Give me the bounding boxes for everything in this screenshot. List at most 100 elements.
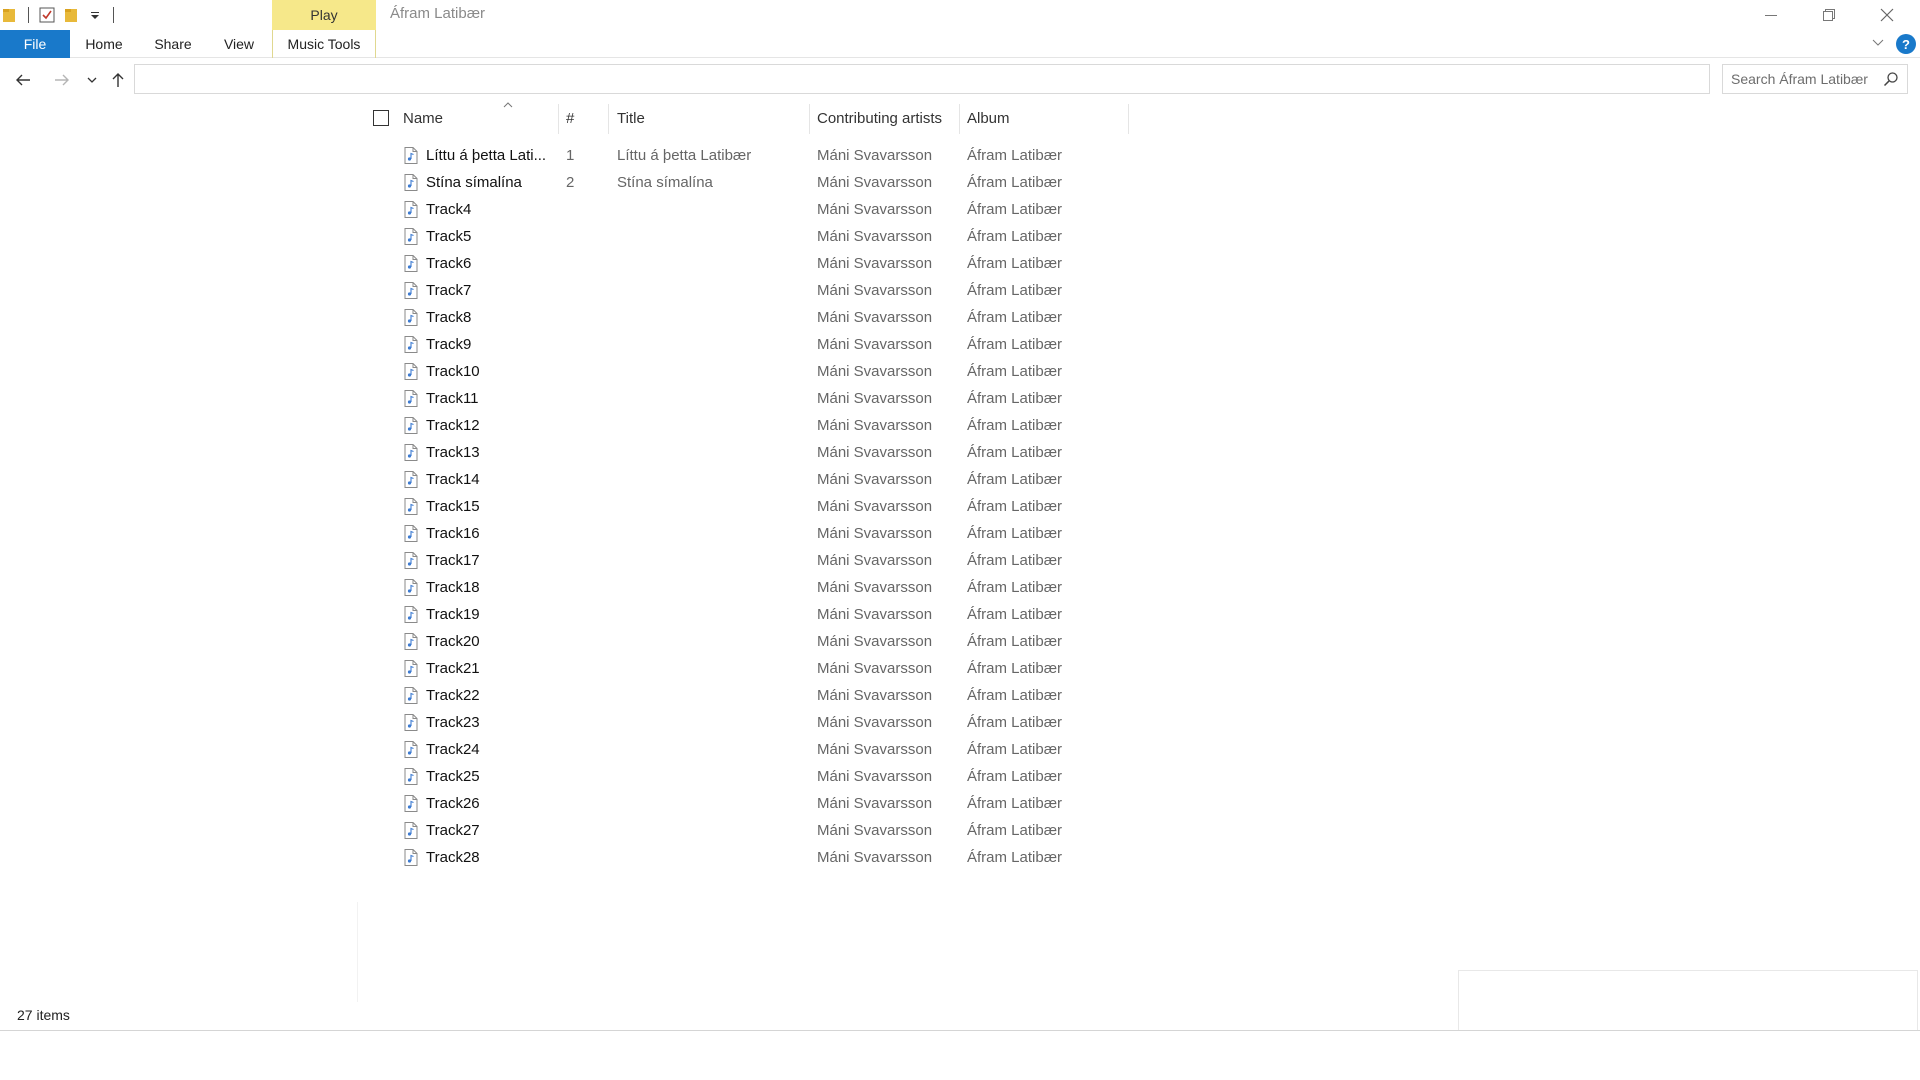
column-separator[interactable]: [558, 104, 559, 134]
select-all-checkbox[interactable]: [373, 110, 389, 126]
column-separator[interactable]: [959, 104, 960, 134]
album-name: Áfram Latibær: [967, 741, 1063, 758]
track-number: [566, 763, 596, 790]
file-name: Track23: [426, 714, 480, 731]
search-box[interactable]: [1722, 64, 1908, 94]
table-row[interactable]: Track12 Máni Svavarsson Áfram Latibær: [358, 412, 1138, 439]
tab-music-tools[interactable]: Music Tools: [272, 30, 376, 58]
table-row[interactable]: Track16 Máni Svavarsson Áfram Latibær: [358, 520, 1138, 547]
column-header-contributing-artists[interactable]: Contributing artists: [817, 102, 957, 134]
file-name: Track24: [426, 741, 480, 758]
contributing-artist: Máni Svavarsson: [817, 417, 933, 434]
play-context-tab[interactable]: Play: [272, 0, 376, 30]
music-file-icon: [404, 147, 418, 164]
file-name: Track15: [426, 498, 480, 515]
table-row[interactable]: Track7 Máni Svavarsson Áfram Latibær: [358, 277, 1138, 304]
album-name: Áfram Latibær: [967, 390, 1063, 407]
tab-view[interactable]: View: [214, 30, 264, 58]
table-row[interactable]: Track5 Máni Svavarsson Áfram Latibær: [358, 223, 1138, 250]
table-row[interactable]: Track17 Máni Svavarsson Áfram Latibær: [358, 547, 1138, 574]
contributing-artist: Máni Svavarsson: [817, 201, 933, 218]
table-row[interactable]: Track8 Máni Svavarsson Áfram Latibær: [358, 304, 1138, 331]
table-row[interactable]: Track13 Máni Svavarsson Áfram Latibær: [358, 439, 1138, 466]
track-title: [617, 412, 807, 439]
music-file-icon: [404, 525, 418, 542]
restore-button[interactable]: [1800, 0, 1858, 30]
table-row[interactable]: Track23 Máni Svavarsson Áfram Latibær: [358, 709, 1138, 736]
table-row[interactable]: Líttu á þetta Lati... 1 Líttu á þetta Lati…: [358, 142, 1138, 169]
contributing-artist: Máni Svavarsson: [817, 471, 933, 488]
table-row[interactable]: Track4 Máni Svavarsson Áfram Latibær: [358, 196, 1138, 223]
table-row[interactable]: Track27 Máni Svavarsson Áfram Latibær: [358, 817, 1138, 844]
table-row[interactable]: Track25 Máni Svavarsson Áfram Latibær: [358, 763, 1138, 790]
music-file-icon: [404, 822, 418, 839]
column-header-title[interactable]: Title: [617, 102, 807, 134]
forward-button[interactable]: [50, 68, 74, 92]
contributing-artist: Máni Svavarsson: [817, 336, 933, 353]
table-row[interactable]: Track14 Máni Svavarsson Áfram Latibær: [358, 466, 1138, 493]
track-title: [617, 601, 807, 628]
search-icon[interactable]: [1883, 71, 1899, 90]
up-button[interactable]: [106, 68, 130, 92]
expand-ribbon-chevron-icon[interactable]: [1870, 34, 1886, 52]
track-number: [566, 601, 596, 628]
table-row[interactable]: Track11 Máni Svavarsson Áfram Latibær: [358, 385, 1138, 412]
column-separator[interactable]: [1128, 104, 1129, 134]
music-file-icon: [404, 741, 418, 758]
track-title: [617, 655, 807, 682]
table-row[interactable]: Track24 Máni Svavarsson Áfram Latibær: [358, 736, 1138, 763]
track-number: [566, 790, 596, 817]
album-name: Áfram Latibær: [967, 147, 1063, 164]
tab-home[interactable]: Home: [76, 30, 132, 58]
up-arrow-icon: [112, 73, 124, 87]
tab-share[interactable]: Share: [144, 30, 202, 58]
table-row[interactable]: Track22 Máni Svavarsson Áfram Latibær: [358, 682, 1138, 709]
minimize-button[interactable]: [1742, 0, 1800, 30]
contributing-artist: Máni Svavarsson: [817, 525, 933, 542]
album-name: Áfram Latibær: [967, 849, 1063, 866]
help-icon[interactable]: ?: [1896, 34, 1916, 54]
album-name: Áfram Latibær: [967, 255, 1063, 272]
title-bar: Play Áfram Latibær: [0, 0, 1920, 30]
album-name: Áfram Latibær: [967, 687, 1063, 704]
new-folder-icon[interactable]: [61, 5, 81, 25]
album-name: Áfram Latibær: [967, 633, 1063, 650]
folder-icon[interactable]: [0, 5, 20, 25]
table-row[interactable]: Track28 Máni Svavarsson Áfram Latibær: [358, 844, 1138, 871]
table-row[interactable]: Stína símalína 2 Stína símalína Máni Svavar…: [358, 169, 1138, 196]
properties-check-icon[interactable]: [37, 5, 57, 25]
close-button[interactable]: [1858, 0, 1916, 30]
back-button[interactable]: [11, 68, 35, 92]
tab-file[interactable]: File: [0, 30, 70, 58]
table-row[interactable]: Track9 Máni Svavarsson Áfram Latibær: [358, 331, 1138, 358]
album-name: Áfram Latibær: [967, 525, 1063, 542]
table-row[interactable]: Track19 Máni Svavarsson Áfram Latibær: [358, 601, 1138, 628]
column-header-name[interactable]: Name: [403, 102, 553, 134]
file-name: Track18: [426, 579, 480, 596]
customize-toolbar-dropdown-icon[interactable]: [85, 5, 105, 25]
track-title: [617, 466, 807, 493]
ribbon-tabs: File Home Share View Music Tools ?: [0, 30, 1920, 58]
taskbar-area: [0, 1030, 1920, 1080]
forward-arrow-icon: [55, 74, 69, 86]
table-row[interactable]: Track26 Máni Svavarsson Áfram Latibær: [358, 790, 1138, 817]
navigation-pane[interactable]: [0, 102, 358, 1002]
file-name: Track17: [426, 552, 480, 569]
column-header-album[interactable]: Album: [967, 102, 1127, 134]
table-row[interactable]: Track10 Máni Svavarsson Áfram Latibær: [358, 358, 1138, 385]
column-header-number[interactable]: #: [566, 102, 596, 134]
column-separator[interactable]: [608, 104, 609, 134]
search-input[interactable]: [1731, 71, 1881, 87]
file-name: Track16: [426, 525, 480, 542]
recent-locations-button[interactable]: [80, 68, 104, 92]
address-bar[interactable]: [134, 64, 1710, 94]
table-row[interactable]: Track18 Máni Svavarsson Áfram Latibær: [358, 574, 1138, 601]
table-row[interactable]: Track15 Máni Svavarsson Áfram Latibær: [358, 493, 1138, 520]
table-row[interactable]: Track6 Máni Svavarsson Áfram Latibær: [358, 250, 1138, 277]
contributing-artist: Máni Svavarsson: [817, 174, 933, 191]
table-row[interactable]: Track21 Máni Svavarsson Áfram Latibær: [358, 655, 1138, 682]
file-name: Track19: [426, 606, 480, 623]
column-separator[interactable]: [809, 104, 810, 134]
toolbar-separator: [28, 7, 29, 23]
table-row[interactable]: Track20 Máni Svavarsson Áfram Latibær: [358, 628, 1138, 655]
